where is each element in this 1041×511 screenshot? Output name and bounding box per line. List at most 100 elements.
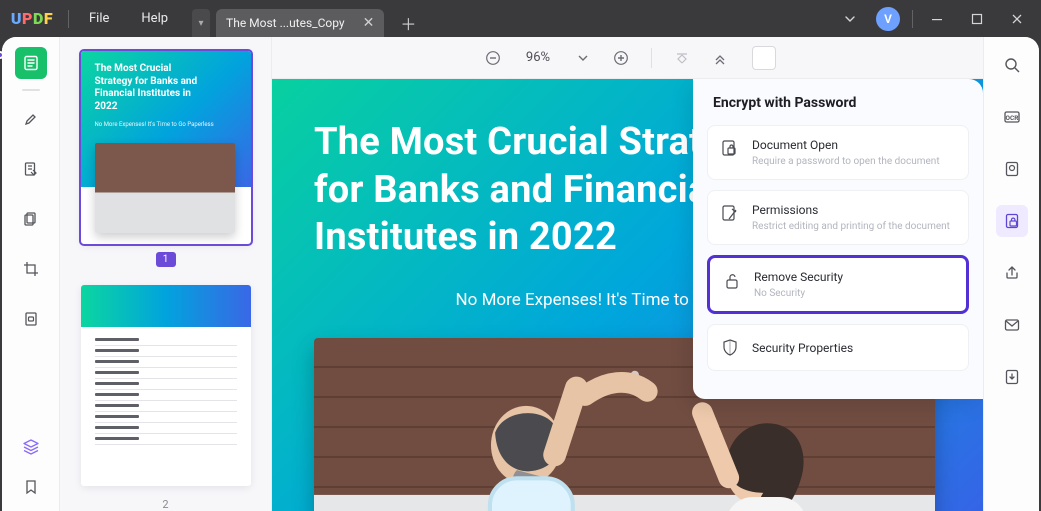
tab-strip: ▾ The Most ...utes_Copy ✕ ＋ [192, 0, 832, 37]
protect-button[interactable] [996, 205, 1028, 237]
divider [68, 10, 69, 28]
panel-title: Encrypt with Password [713, 95, 963, 111]
close-tab-icon[interactable]: ✕ [363, 15, 375, 31]
maximize-button[interactable] [957, 0, 997, 37]
user-avatar[interactable]: V [876, 7, 900, 31]
doc-title-l2: for Banks and Financial [314, 168, 719, 212]
chevrons-up-bar-icon [675, 51, 689, 65]
option-sub: No Security [754, 288, 843, 299]
thumbnail-page-1[interactable]: The Most Crucial Strategy for Banks and … [81, 51, 251, 244]
lock-document-icon [1003, 212, 1021, 230]
maximize-icon [971, 13, 983, 25]
thumb-image [95, 143, 235, 233]
menu-file[interactable]: File [73, 0, 125, 37]
tool-edit[interactable] [15, 153, 47, 185]
thumb-sub: No More Expenses! It's Time to Go Paperl… [95, 121, 237, 128]
minus-circle-icon [485, 50, 501, 66]
right-toolbar: OCR [983, 37, 1039, 511]
page-number-2: 2 [162, 498, 168, 511]
search-button[interactable] [996, 49, 1028, 81]
document-tab[interactable]: The Most ...utes_Copy ✕ [216, 9, 384, 37]
highlighter-icon [23, 111, 39, 127]
tool-organize[interactable] [15, 203, 47, 235]
view-toolbar: 96% [272, 37, 983, 79]
app-logo: UPDF [0, 9, 64, 28]
new-tab-button[interactable]: ＋ [394, 9, 422, 37]
permissions-icon [720, 204, 740, 224]
thumb-title: The Most Crucial Strategy for Banks and … [95, 63, 205, 113]
minimize-button[interactable] [917, 0, 957, 37]
first-page-button[interactable] [668, 44, 696, 72]
plus-circle-icon [613, 50, 629, 66]
page-input[interactable] [752, 46, 776, 70]
share-icon [1003, 264, 1021, 282]
option-sub: Require a password to open the document [752, 156, 940, 167]
tab-title: The Most ...utes_Copy [226, 16, 345, 30]
caret-down-icon [578, 53, 588, 63]
left-toolbar [2, 37, 60, 511]
layers-icon [22, 438, 40, 456]
option-document-open[interactable]: Document Open Require a password to open… [707, 125, 969, 180]
tool-crop[interactable] [15, 253, 47, 285]
search-icon [1003, 56, 1021, 74]
window-controls [917, 0, 1037, 37]
unlock-icon [722, 271, 742, 291]
app-frame: The Most Crucial Strategy for Banks and … [2, 37, 1039, 511]
tool-highlight[interactable] [15, 103, 47, 135]
compress-icon [23, 311, 39, 327]
tab-home[interactable]: ▾ [192, 9, 210, 37]
option-permissions[interactable]: Permissions Restrict editing and printin… [707, 190, 969, 245]
shield-icon [720, 338, 740, 358]
close-button[interactable] [997, 0, 1037, 37]
close-icon [1011, 13, 1023, 25]
edit-page-icon [23, 161, 39, 177]
crop-icon [23, 261, 39, 277]
watermark-button[interactable] [996, 153, 1028, 185]
window-menu-chevron[interactable] [832, 0, 868, 37]
tool-bookmarks[interactable] [15, 471, 47, 503]
tool-layers[interactable] [15, 431, 47, 463]
menu-help[interactable]: Help [125, 0, 184, 37]
lock-page-icon [720, 139, 740, 159]
email-button[interactable] [996, 309, 1028, 341]
bookmark-icon [23, 479, 39, 495]
tool-reader[interactable] [15, 47, 47, 79]
thumbnail-panel: The Most Crucial Strategy for Banks and … [60, 37, 272, 511]
divider [22, 89, 40, 91]
minimize-icon [931, 13, 943, 25]
copy-pages-icon [23, 211, 39, 227]
encrypt-panel: Encrypt with Password Document Open Requ… [693, 79, 983, 399]
zoom-dropdown[interactable] [569, 44, 597, 72]
ocr-icon: OCR [1003, 108, 1021, 126]
svg-text:OCR: OCR [1005, 114, 1019, 122]
prev-page-button[interactable] [706, 44, 734, 72]
divider [651, 48, 652, 68]
share-button[interactable] [996, 257, 1028, 289]
doc-title-l3: Institutes in 2022 [314, 215, 617, 259]
ocr-button[interactable]: OCR [996, 101, 1028, 133]
export-icon [1003, 368, 1021, 386]
option-sub: Restrict editing and printing of the doc… [752, 221, 950, 232]
divider [912, 10, 913, 28]
option-title: Permissions [752, 203, 950, 217]
option-title: Remove Security [754, 270, 843, 284]
chevron-down-icon [844, 13, 856, 25]
document-scroll[interactable]: The Most Crucial Strategy for Banks and … [272, 79, 983, 511]
mail-icon [1003, 316, 1021, 334]
stamp-icon [1003, 160, 1021, 178]
zoom-out-button[interactable] [479, 44, 507, 72]
document-icon [23, 55, 39, 71]
page-badge-1: 1 [156, 252, 176, 268]
option-security-properties[interactable]: Security Properties [707, 324, 969, 371]
export-button[interactable] [996, 361, 1028, 393]
document-area: 96% The Most Crucial Strategy for Banks … [272, 37, 983, 511]
zoom-in-button[interactable] [607, 44, 635, 72]
chevrons-up-icon [713, 51, 727, 65]
zoom-value: 96% [517, 50, 559, 65]
title-bar: UPDF File Help ▾ The Most ...utes_Copy ✕… [0, 0, 1041, 37]
option-title: Document Open [752, 138, 940, 152]
option-remove-security[interactable]: Remove Security No Security [707, 255, 969, 314]
option-title: Security Properties [752, 341, 853, 355]
thumbnail-page-2[interactable]: Table of Contents [81, 285, 251, 486]
tool-compress[interactable] [15, 303, 47, 335]
